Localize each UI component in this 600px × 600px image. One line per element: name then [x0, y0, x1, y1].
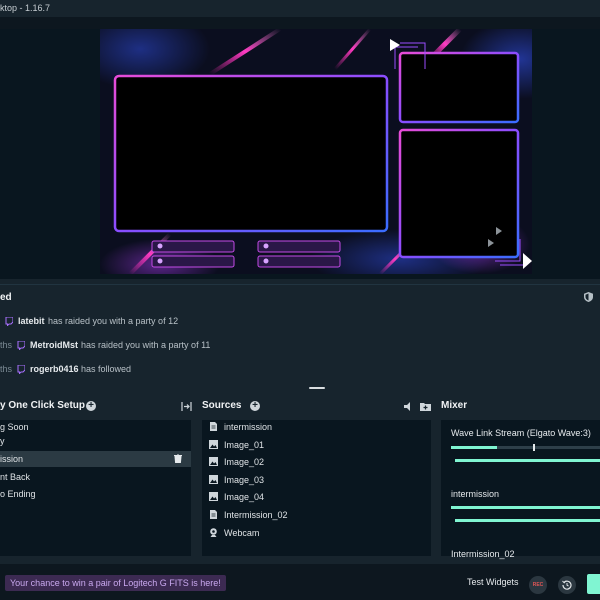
scene-item[interactable]: y — [0, 433, 191, 449]
sources-title: Sources — [202, 400, 242, 411]
mixer-title: Mixer — [441, 400, 468, 411]
mixer-volume-handle[interactable] — [533, 444, 535, 451]
mixer-channel-label: Intermission_02 — [451, 549, 515, 559]
promo-banner[interactable]: Your chance to win a pair of Logitech G … — [5, 575, 226, 591]
scenes-list: g Soon y ission nt Back o Ending — [0, 420, 191, 556]
source-item[interactable]: Image_04 — [209, 489, 264, 505]
mixer-level-meter — [451, 446, 497, 449]
mixer-volume-slider[interactable] — [455, 519, 600, 522]
recent-events-list: latebit has raided you with a party of 1… — [0, 308, 600, 386]
scene-label: ission — [0, 454, 24, 464]
speaker-icon[interactable] — [404, 402, 414, 411]
top-toolbar-strip — [0, 17, 600, 29]
recent-events-title: ed — [0, 292, 12, 303]
mixer-channel-label: intermission — [451, 489, 500, 499]
footer-bar: Your chance to win a pair of Logitech G … — [0, 564, 600, 600]
event-user[interactable]: latebit — [18, 310, 45, 332]
add-folder-icon[interactable] — [420, 402, 431, 411]
source-label: Image_03 — [224, 475, 265, 485]
mixer-level-meter — [451, 506, 600, 509]
overlay-artwork — [100, 29, 532, 274]
scenes-title: y One Click Setup — [0, 400, 86, 411]
bottom-panels: y One Click Setup + g Soon y ission nt B… — [0, 396, 600, 564]
event-action: has followed — [81, 364, 132, 374]
scene-label: nt Back — [0, 472, 31, 482]
source-label: Webcam — [224, 528, 260, 538]
source-label: Image_02 — [224, 457, 265, 467]
scene-preview[interactable] — [100, 29, 532, 274]
twitch-icon — [5, 317, 13, 326]
scene-item[interactable]: nt Back — [0, 469, 191, 485]
shield-icon[interactable] — [584, 292, 593, 302]
source-label: Image_01 — [224, 440, 265, 450]
panel-resize-handle[interactable] — [309, 387, 325, 389]
twitch-icon — [17, 341, 25, 350]
image-icon — [209, 492, 218, 501]
studio-editor — [0, 29, 600, 287]
history-icon — [562, 580, 572, 590]
image-icon — [209, 475, 218, 484]
scene-item[interactable]: o Ending — [0, 486, 191, 502]
event-user[interactable]: rogerb0416 — [30, 358, 79, 380]
webcam-icon — [210, 528, 217, 537]
panel-divider — [0, 386, 600, 396]
recent-events-header: ed — [0, 284, 600, 308]
image-icon — [209, 457, 218, 466]
go-live-button[interactable] — [587, 574, 600, 594]
scene-item-active[interactable]: ission — [0, 451, 191, 467]
mixer-meter-track — [497, 446, 600, 449]
source-label: intermission — [224, 422, 273, 432]
event-row[interactable]: ths rogerb0416 has followed — [0, 358, 600, 380]
scene-label: y — [0, 436, 5, 446]
source-item[interactable]: intermission — [209, 419, 272, 435]
event-user[interactable]: MetroidMst — [30, 334, 78, 356]
event-row[interactable]: ths MetroidMst has raided you with a par… — [0, 334, 600, 356]
source-item[interactable]: Image_03 — [209, 472, 264, 488]
event-time: ths — [0, 340, 13, 350]
record-button[interactable]: REC — [529, 576, 547, 594]
test-widgets-button[interactable]: Test Widgets — [467, 577, 519, 587]
add-source-button[interactable]: + — [250, 401, 260, 411]
source-label: Intermission_02 — [224, 510, 288, 520]
twitch-icon — [17, 365, 25, 374]
sources-list: intermission Image_01 Image_02 Image_03 … — [202, 420, 431, 556]
file-icon — [210, 422, 217, 431]
scene-label: o Ending — [0, 489, 36, 499]
window-title: ktop - 1.16.7 — [0, 0, 600, 17]
trash-icon[interactable] — [174, 454, 182, 463]
mixer-channel-label: Wave Link Stream (Elgato Wave:3) — [451, 428, 591, 438]
file-icon — [210, 510, 217, 519]
source-item[interactable]: Intermission_02 — [209, 507, 288, 523]
source-item[interactable]: Image_01 — [209, 437, 264, 453]
event-action: has raided you with a party of 11 — [81, 340, 211, 350]
source-label: Image_04 — [224, 492, 265, 502]
source-item[interactable]: Webcam — [209, 525, 259, 541]
image-icon — [209, 440, 218, 449]
scene-label: g Soon — [0, 422, 29, 432]
add-scene-button[interactable]: + — [86, 401, 96, 411]
mixer-volume-slider[interactable] — [455, 459, 600, 462]
source-item[interactable]: Image_02 — [209, 454, 264, 470]
mixer-panel: Wave Link Stream (Elgato Wave:3) intermi… — [441, 420, 600, 559]
event-row[interactable]: latebit has raided you with a party of 1… — [0, 310, 600, 332]
event-time: ths — [0, 364, 13, 374]
scene-transitions-icon[interactable] — [181, 402, 192, 411]
replay-buffer-button[interactable] — [558, 576, 576, 594]
event-action: has raided you with a party of 12 — [48, 316, 179, 326]
